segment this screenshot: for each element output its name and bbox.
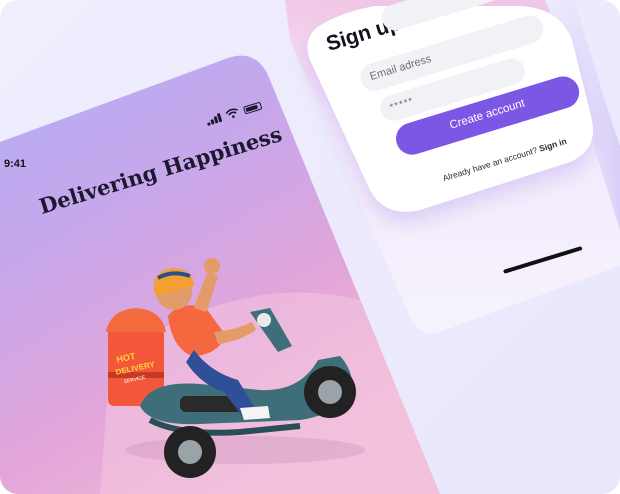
mockup-canvas: Sign up Email adress ***** Create accoun…: [0, 0, 620, 494]
delivery-scooter-illustration: HOT DELIVERY SERVICE: [106, 258, 365, 478]
